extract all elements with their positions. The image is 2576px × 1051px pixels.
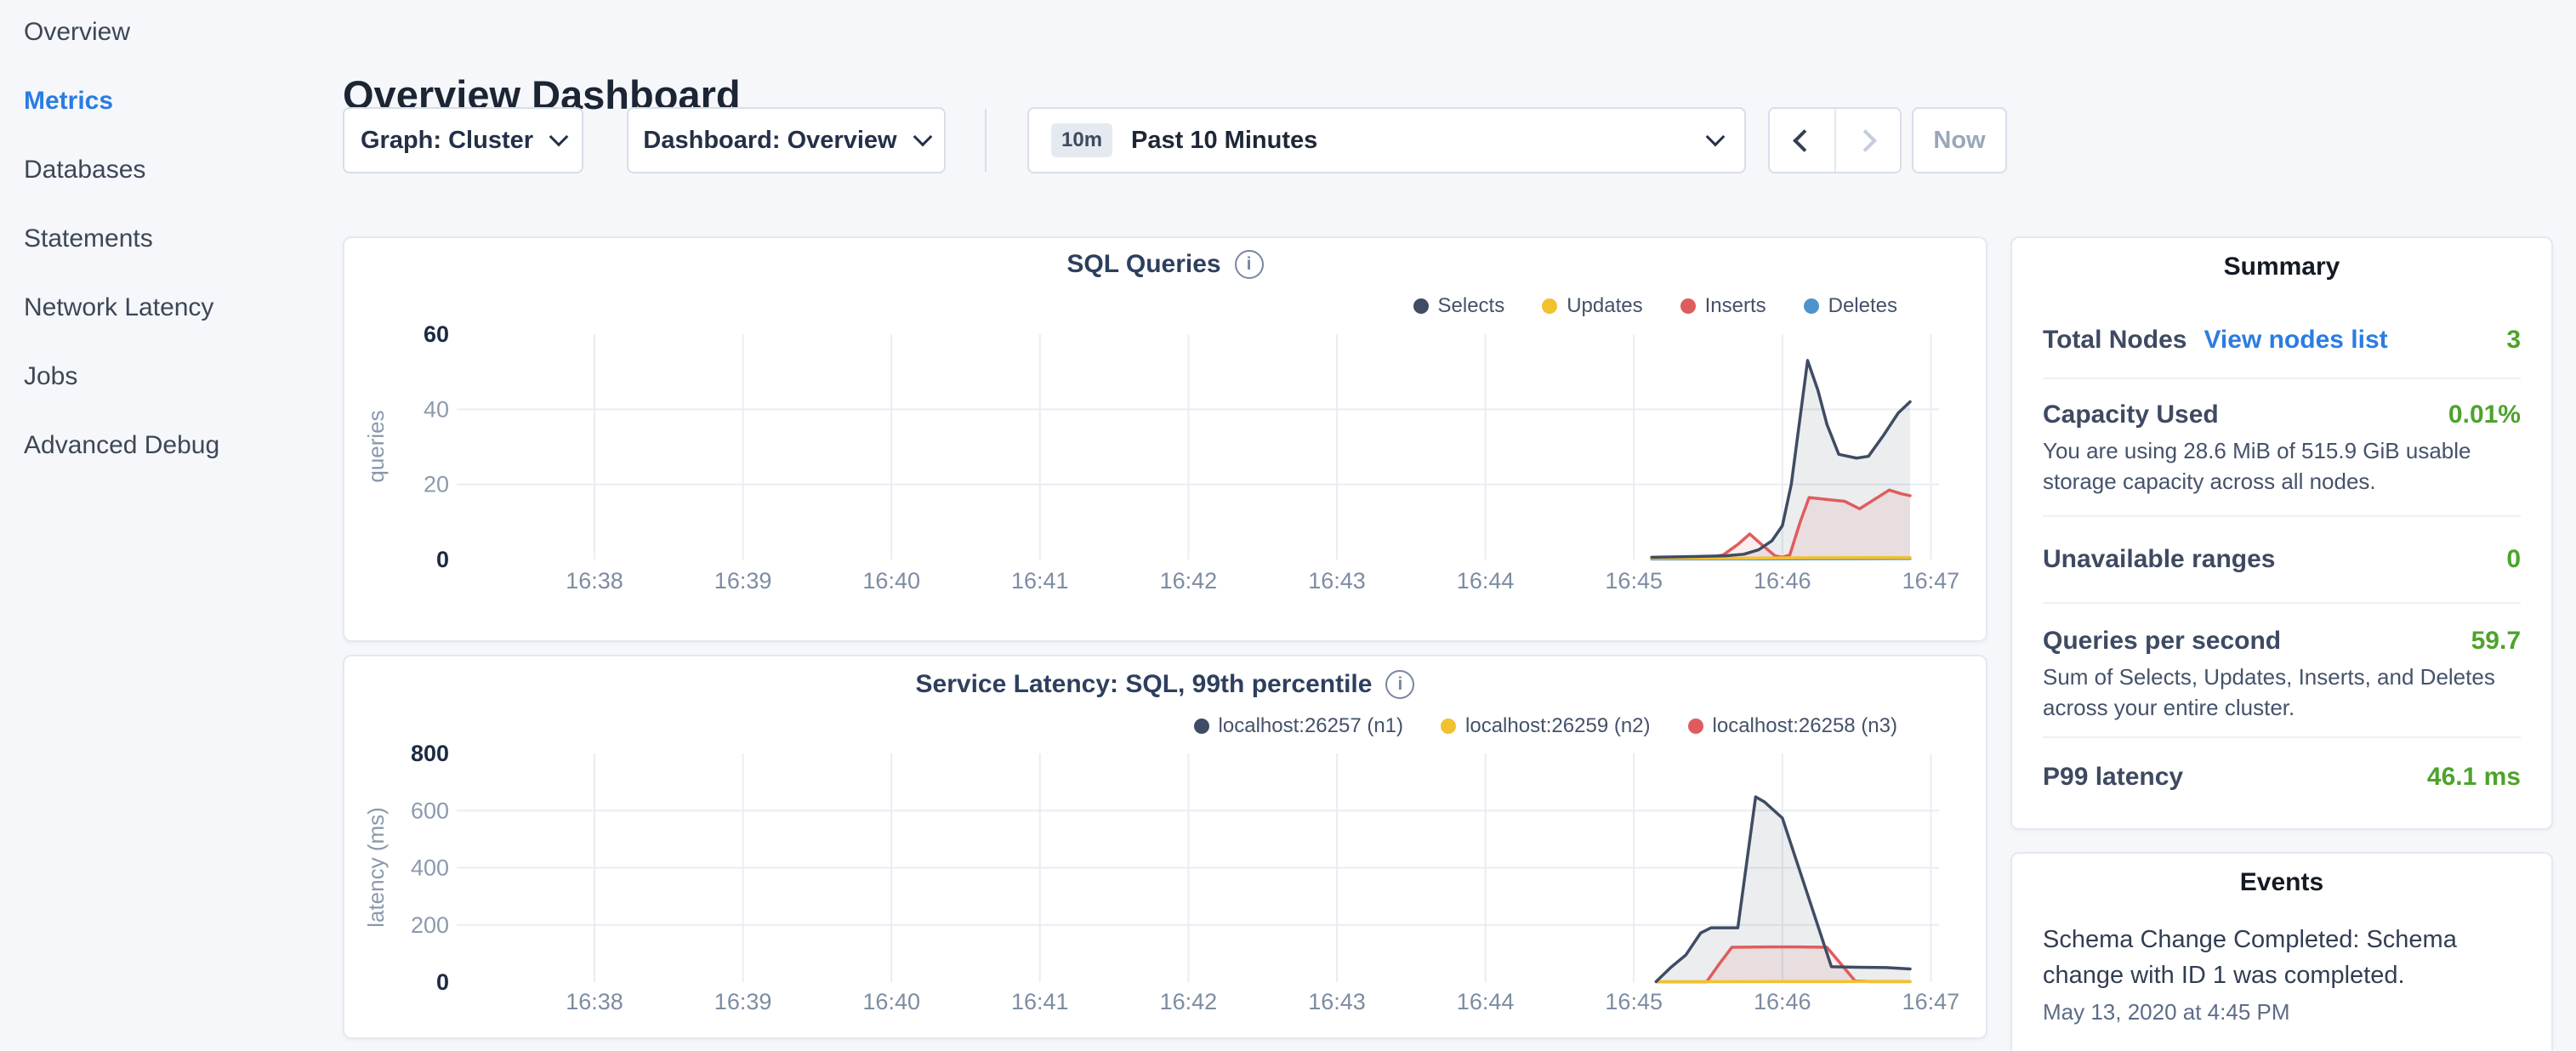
- previous-time-button[interactable]: [1770, 109, 1834, 172]
- summary-row: Capacity Used 0.01%You are using 28.6 MiB…: [2043, 379, 2521, 517]
- summary-row-value: 46.1 ms: [2427, 760, 2521, 794]
- svg-text:latency (ms): latency (ms): [363, 807, 389, 928]
- summary-row-value: 0: [2506, 543, 2521, 577]
- graph-dropdown-label: Graph: Cluster: [361, 127, 533, 155]
- svg-text:16:47: 16:47: [1902, 989, 1960, 1014]
- sidebar-item-metrics[interactable]: Metrics: [0, 76, 340, 127]
- view-nodes-list-link[interactable]: View nodes list: [2204, 323, 2387, 357]
- svg-text:0: 0: [436, 547, 449, 572]
- sidebar-item-statements[interactable]: Statements: [0, 213, 340, 264]
- svg-text:16:43: 16:43: [1308, 568, 1366, 594]
- events-panel: Events Schema Change Completed: Schema c…: [2010, 852, 2553, 1051]
- summary-row-value: 59.7: [2471, 624, 2521, 658]
- summary-row: Unavailable ranges 0: [2043, 517, 2521, 604]
- summary-row-line: P99 latency 46.1 ms: [2043, 760, 2521, 794]
- summary-row-label: Total Nodes: [2043, 323, 2186, 357]
- summary-row: P99 latency 46.1 ms: [2043, 738, 2521, 794]
- svg-text:20: 20: [424, 472, 449, 497]
- svg-text:16:46: 16:46: [1754, 989, 1811, 1014]
- svg-text:16:43: 16:43: [1308, 989, 1366, 1014]
- chevron-down-icon: [549, 128, 569, 147]
- svg-text:60: 60: [424, 321, 449, 347]
- next-time-button[interactable]: [1834, 109, 1901, 172]
- chevron-left-icon: [1793, 129, 1816, 152]
- controls-divider: [985, 109, 987, 172]
- summary-row-label: Capacity Used: [2043, 398, 2219, 432]
- summary-row-label: P99 latency: [2043, 760, 2183, 794]
- summary-row-description: Sum of Selects, Updates, Inserts, and De…: [2043, 662, 2512, 723]
- app-root: Overview Metrics Databases Statements Networ…: [0, 0, 2576, 1051]
- graph-dropdown[interactable]: Graph: Cluster: [343, 107, 583, 173]
- chevron-down-icon: [1706, 128, 1726, 147]
- svg-text:0: 0: [436, 969, 449, 995]
- svg-text:400: 400: [411, 855, 449, 881]
- summary-row-line: Queries per second 59.7: [2043, 624, 2521, 658]
- svg-text:16:44: 16:44: [1457, 568, 1515, 594]
- service-latency-chart[interactable]: 0 200 400 600 800 16:38 16:39 16:40 16:41 16:42 16…: [344, 656, 1986, 1037]
- service-latency-chart-card: Service Latency: SQL, 99th percentile i …: [343, 655, 1987, 1039]
- sidebar: Overview Metrics Databases Statements Networ…: [0, 0, 340, 1051]
- dashboard-dropdown-label: Dashboard: Overview: [643, 127, 896, 155]
- sidebar-item-network-latency[interactable]: Network Latency: [0, 282, 340, 333]
- chevron-down-icon: [913, 128, 932, 147]
- svg-text:16:39: 16:39: [714, 568, 772, 594]
- summary-panel: Summary Total Nodes View nodes list 3 Capac…: [2010, 236, 2553, 830]
- svg-text:200: 200: [411, 912, 449, 938]
- svg-text:16:44: 16:44: [1457, 989, 1515, 1014]
- summary-row-value: 3: [2506, 323, 2521, 357]
- summary-row-description: You are using 28.6 MiB of 515.9 GiB usab…: [2043, 435, 2512, 497]
- summary-row-label: Queries per second: [2043, 624, 2281, 658]
- events-title: Events: [2043, 866, 2521, 900]
- summary-row: Total Nodes View nodes list 3: [2043, 284, 2521, 379]
- sql-queries-chart[interactable]: 0 20 40 60 16:38 16:39 16:40 16:41 16:42 16:43 16:…: [344, 238, 1986, 640]
- svg-text:16:38: 16:38: [566, 568, 623, 594]
- svg-text:16:39: 16:39: [714, 989, 772, 1014]
- summary-row-line: Unavailable ranges 0: [2043, 543, 2521, 577]
- svg-text:600: 600: [411, 798, 449, 823]
- svg-text:16:41: 16:41: [1011, 568, 1069, 594]
- svg-text:16:42: 16:42: [1160, 568, 1218, 594]
- svg-text:16:45: 16:45: [1605, 989, 1663, 1014]
- summary-row: Queries per second 59.7 Sum of Selects, Up…: [2043, 604, 2521, 738]
- svg-text:40: 40: [424, 396, 449, 422]
- sidebar-item-jobs[interactable]: Jobs: [0, 351, 340, 402]
- dashboard-dropdown[interactable]: Dashboard: Overview: [627, 107, 946, 173]
- chevron-right-icon: [1854, 129, 1877, 152]
- summary-title: Summary: [2043, 250, 2521, 284]
- event-timestamp: May 13, 2020 at 4:45 PM: [2043, 995, 2521, 1029]
- sql-queries-chart-card: SQL Queries i SelectsUpdatesInsertsDelet…: [343, 236, 1987, 642]
- svg-text:16:40: 16:40: [862, 989, 920, 1014]
- summary-row-line: Total Nodes View nodes list 3: [2043, 323, 2521, 357]
- event-list-item: Schema Change Completed: Schema change w…: [2043, 922, 2521, 1029]
- now-button[interactable]: Now: [1912, 107, 2007, 173]
- time-range-selector[interactable]: 10m Past 10 Minutes: [1027, 107, 1746, 173]
- svg-text:16:42: 16:42: [1160, 989, 1218, 1014]
- svg-text:16:45: 16:45: [1605, 568, 1663, 594]
- sidebar-item-overview[interactable]: Overview: [0, 7, 340, 58]
- svg-text:16:47: 16:47: [1902, 568, 1960, 594]
- summary-row-line: Capacity Used 0.01%: [2043, 398, 2521, 432]
- sidebar-item-databases[interactable]: Databases: [0, 145, 340, 196]
- svg-text:16:46: 16:46: [1754, 568, 1811, 594]
- svg-text:queries: queries: [363, 410, 389, 482]
- time-range-label: Past 10 Minutes: [1131, 127, 1317, 155]
- svg-text:16:40: 16:40: [862, 568, 920, 594]
- time-range-badge: 10m: [1051, 123, 1112, 157]
- svg-text:800: 800: [411, 741, 449, 766]
- event-text: Schema Change Completed: Schema change w…: [2043, 922, 2472, 993]
- summary-row-label: Unavailable ranges: [2043, 543, 2275, 577]
- summary-row-value: 0.01%: [2448, 398, 2521, 432]
- svg-text:16:41: 16:41: [1011, 989, 1069, 1014]
- svg-text:16:38: 16:38: [566, 989, 623, 1014]
- time-step-buttons: [1768, 107, 1902, 173]
- sidebar-item-advanced-debug[interactable]: Advanced Debug: [0, 420, 340, 471]
